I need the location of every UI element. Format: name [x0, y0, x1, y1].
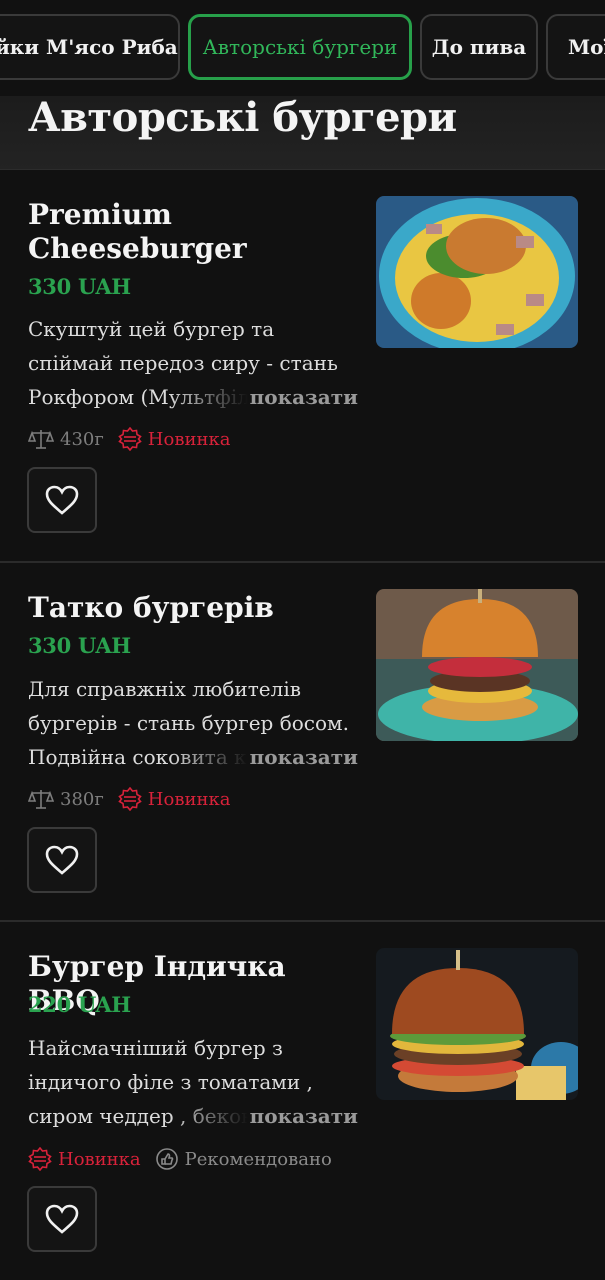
- item-price: 330 UAH: [28, 274, 131, 299]
- tab-label: Авторські бургери: [202, 35, 398, 59]
- new-badge: Новинка: [28, 1147, 141, 1171]
- burger-photo-icon: [376, 196, 578, 348]
- item-meta: 430г Новинка: [28, 426, 244, 452]
- recommended-badge-label: Рекомендовано: [184, 1148, 332, 1170]
- scales-icon: [28, 430, 54, 449]
- menu-item-card[interactable]: Premium Cheeseburger 330 UAH Скуштуй цей…: [0, 170, 605, 563]
- show-more-link[interactable]: показати: [250, 380, 358, 414]
- new-badge-label: Новинка: [58, 1148, 141, 1170]
- new-badge-label: Новинка: [147, 788, 231, 810]
- burger-photo-icon: [376, 589, 578, 741]
- item-description: Найсмачніший бургер з індичого філе з то…: [28, 1031, 358, 1133]
- scales-icon: [28, 790, 54, 809]
- new-badge: Новинка: [118, 787, 231, 811]
- thumbs-up-icon: [155, 1148, 178, 1170]
- favorite-button[interactable]: [27, 827, 97, 893]
- item-meta: 380г Новинка: [28, 786, 244, 812]
- show-more-link[interactable]: показати: [250, 1099, 358, 1133]
- new-badge: Новинка: [118, 427, 231, 451]
- section-title: Авторські бургери: [28, 94, 457, 141]
- heart-icon: [45, 1204, 79, 1234]
- item-weight: 430г: [60, 428, 104, 450]
- tab-label: ейки М'ясо Риба: [0, 35, 178, 59]
- item-meta: Новинка Рекомендовано: [28, 1146, 346, 1172]
- tab-label: Мої: [568, 35, 605, 59]
- item-description: Для справжніх любителів бургерів - стань…: [28, 672, 358, 774]
- item-name: Татко бургерів: [28, 591, 274, 624]
- category-tabs: ейки М'ясо Риба Авторські бургери До пив…: [0, 0, 605, 96]
- menu-item-card[interactable]: Татко бургерів 330 UAH Для справжніх люб…: [0, 563, 605, 922]
- section-header: Авторські бургери: [0, 94, 605, 170]
- tab-label: До пива: [431, 35, 527, 59]
- item-price: 330 UAH: [28, 633, 131, 658]
- item-weight: 380г: [60, 788, 104, 810]
- weight-info: 430г: [28, 428, 104, 450]
- item-name: Premium Cheeseburger: [28, 198, 247, 265]
- favorite-button[interactable]: [27, 1186, 97, 1252]
- recommended-badge: Рекомендовано: [155, 1147, 332, 1171]
- menu-item-card[interactable]: Бургер Індичка BBQ 220 UAH Найсмачніший …: [0, 922, 605, 1280]
- new-icon: [118, 427, 142, 451]
- burger-photo-icon: [376, 948, 578, 1100]
- item-photo[interactable]: [376, 948, 578, 1100]
- item-photo[interactable]: [376, 196, 578, 348]
- favorite-button[interactable]: [27, 467, 97, 533]
- new-icon: [28, 1147, 52, 1171]
- tab-meat-fish[interactable]: ейки М'ясо Риба: [0, 14, 180, 80]
- heart-icon: [45, 485, 79, 515]
- new-icon: [118, 787, 142, 811]
- tab-my[interactable]: Мої: [546, 14, 605, 80]
- tab-beer-snacks[interactable]: До пива: [420, 14, 538, 80]
- show-more-link[interactable]: показати: [250, 740, 358, 774]
- new-badge-label: Новинка: [147, 428, 231, 450]
- heart-icon: [45, 845, 79, 875]
- item-price: 220 UAH: [28, 992, 131, 1017]
- item-description: Скуштуй цей бургер та спіймай передоз си…: [28, 312, 358, 414]
- tab-author-burgers[interactable]: Авторські бургери: [188, 14, 412, 80]
- weight-info: 380г: [28, 788, 104, 810]
- item-photo[interactable]: [376, 589, 578, 741]
